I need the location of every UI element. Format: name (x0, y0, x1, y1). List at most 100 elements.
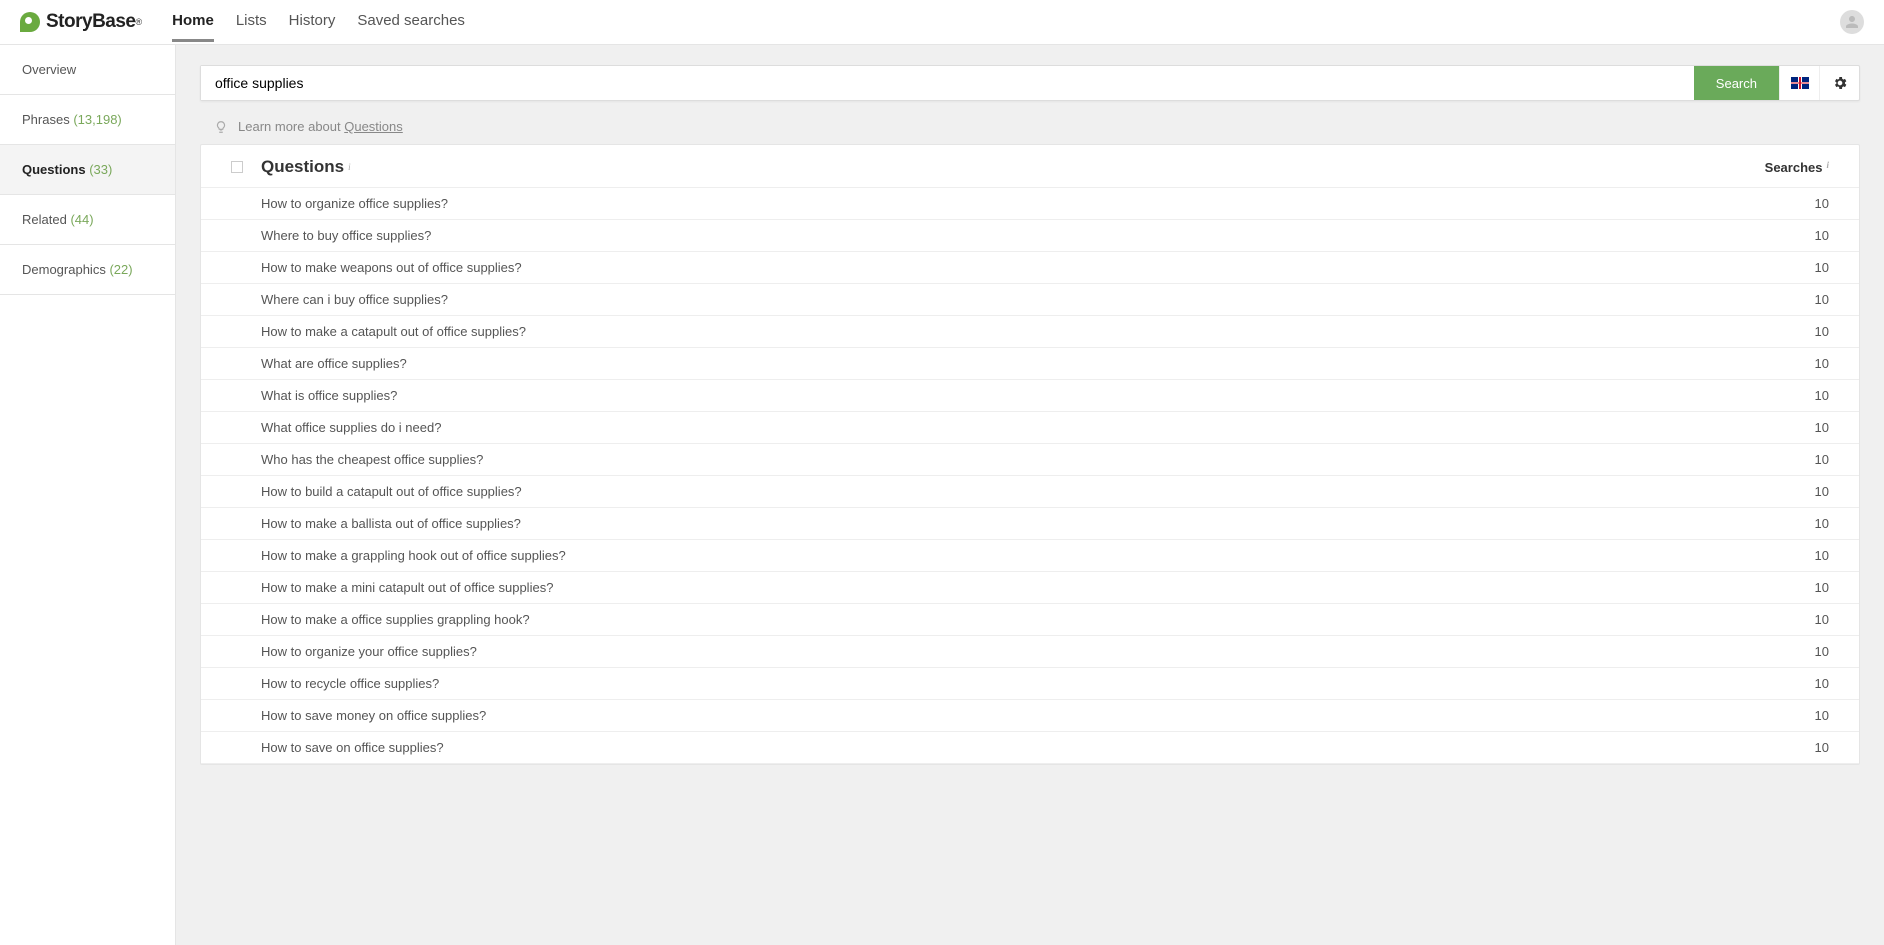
sidebar-item-count: (44) (70, 212, 93, 227)
user-icon (1843, 13, 1861, 31)
table-row[interactable]: What are office supplies?10 (201, 348, 1859, 380)
nav-saved-searches[interactable]: Saved searches (357, 2, 465, 42)
searches-value: 10 (1815, 196, 1829, 211)
question-text: Where to buy office supplies? (261, 228, 1815, 243)
sidebar-item-related[interactable]: Related (44) (0, 195, 175, 245)
table-row[interactable]: What is office supplies?10 (201, 380, 1859, 412)
searches-value: 10 (1815, 452, 1829, 467)
searches-value: 10 (1815, 516, 1829, 531)
question-text: How to make a office supplies grappling … (261, 612, 1815, 627)
sidebar-item-count: (22) (109, 262, 132, 277)
table-row[interactable]: How to make a ballista out of office sup… (201, 508, 1859, 540)
table-row[interactable]: How to save money on office supplies?10 (201, 700, 1859, 732)
searches-value: 10 (1815, 484, 1829, 499)
table-row[interactable]: How to build a catapult out of office su… (201, 476, 1859, 508)
logo-registered: ® (136, 17, 143, 27)
hint-text: Learn more about Questions (238, 119, 403, 134)
logo[interactable]: StoryBase® (20, 11, 142, 33)
question-text: How to build a catapult out of office su… (261, 484, 1815, 499)
sidebar-item-count: (13,198) (73, 112, 121, 127)
nav-lists[interactable]: Lists (236, 2, 267, 42)
sidebar-item-demographics[interactable]: Demographics (22) (0, 245, 175, 295)
panel-header: Questions i Searchesi (201, 145, 1859, 188)
sidebar: Overview Phrases (13,198) Questions (33)… (0, 45, 176, 945)
info-icon[interactable]: i (348, 162, 351, 172)
logo-text: StoryBase (46, 11, 136, 33)
question-text: Who has the cheapest office supplies? (261, 452, 1815, 467)
table-row[interactable]: How to organize your office supplies?10 (201, 636, 1859, 668)
searches-value: 10 (1815, 228, 1829, 243)
sidebar-item-phrases[interactable]: Phrases (13,198) (0, 95, 175, 145)
question-text: How to make a grappling hook out of offi… (261, 548, 1815, 563)
searches-header[interactable]: Searchesi (1765, 160, 1829, 175)
searches-value: 10 (1815, 292, 1829, 307)
hint-prefix: Learn more about (238, 119, 344, 134)
table-row[interactable]: How to make a mini catapult out of offic… (201, 572, 1859, 604)
question-text: How to recycle office supplies? (261, 676, 1815, 691)
searches-value: 10 (1815, 356, 1829, 371)
question-text: How to make a mini catapult out of offic… (261, 580, 1815, 595)
table-row[interactable]: How to organize office supplies?10 (201, 188, 1859, 220)
searches-value: 10 (1815, 548, 1829, 563)
question-text: How to save money on office supplies? (261, 708, 1815, 723)
sidebar-item-questions[interactable]: Questions (33) (0, 145, 175, 195)
gear-icon (1832, 75, 1848, 91)
table-row[interactable]: How to make a office supplies grappling … (201, 604, 1859, 636)
searches-value: 10 (1815, 708, 1829, 723)
hint-link[interactable]: Questions (344, 119, 403, 134)
settings-button[interactable] (1819, 66, 1859, 100)
nav-home[interactable]: Home (172, 2, 214, 42)
search-bar: Search (200, 65, 1860, 101)
sidebar-item-overview[interactable]: Overview (0, 45, 175, 95)
nav-history[interactable]: History (289, 2, 336, 42)
table-row[interactable]: How to make a grappling hook out of offi… (201, 540, 1859, 572)
question-text: How to make a catapult out of office sup… (261, 324, 1815, 339)
searches-value: 10 (1815, 260, 1829, 275)
hint: Learn more about Questions (200, 101, 1860, 144)
searches-value: 10 (1815, 676, 1829, 691)
searches-value: 10 (1815, 388, 1829, 403)
question-text: What is office supplies? (261, 388, 1815, 403)
main: Search Learn more about Questions Questi… (176, 45, 1884, 945)
table-row[interactable]: How to save on office supplies?10 (201, 732, 1859, 764)
language-button[interactable] (1779, 66, 1819, 100)
searches-value: 10 (1815, 420, 1829, 435)
info-icon[interactable]: i (1826, 160, 1829, 170)
question-text: How to organize office supplies? (261, 196, 1815, 211)
question-text: Where can i buy office supplies? (261, 292, 1815, 307)
question-text: How to save on office supplies? (261, 740, 1815, 755)
avatar[interactable] (1840, 10, 1864, 34)
table-body: How to organize office supplies?10Where … (201, 188, 1859, 764)
searches-value: 10 (1815, 740, 1829, 755)
sidebar-item-label: Overview (22, 62, 76, 77)
searches-value: 10 (1815, 324, 1829, 339)
select-all-checkbox[interactable] (231, 161, 243, 173)
search-button[interactable]: Search (1694, 66, 1779, 100)
searches-value: 10 (1815, 580, 1829, 595)
questions-panel: Questions i Searchesi How to organize off… (200, 144, 1860, 765)
question-text: How to organize your office supplies? (261, 644, 1815, 659)
question-text: How to make a ballista out of office sup… (261, 516, 1815, 531)
searches-value: 10 (1815, 644, 1829, 659)
flag-uk-icon (1791, 77, 1809, 89)
search-input[interactable] (201, 66, 1694, 100)
table-row[interactable]: What office supplies do i need?10 (201, 412, 1859, 444)
table-row[interactable]: Where to buy office supplies?10 (201, 220, 1859, 252)
sidebar-item-label: Phrases (22, 112, 70, 127)
table-row[interactable]: How to make a catapult out of office sup… (201, 316, 1859, 348)
logo-icon (20, 12, 40, 32)
table-row[interactable]: Where can i buy office supplies?10 (201, 284, 1859, 316)
top-nav: Home Lists History Saved searches (172, 2, 465, 42)
question-text: What are office supplies? (261, 356, 1815, 371)
searches-value: 10 (1815, 612, 1829, 627)
panel-title: Questions (261, 157, 344, 177)
sidebar-item-count: (33) (89, 162, 112, 177)
lightbulb-icon (214, 120, 228, 134)
table-row[interactable]: Who has the cheapest office supplies?10 (201, 444, 1859, 476)
question-text: How to make weapons out of office suppli… (261, 260, 1815, 275)
question-text: What office supplies do i need? (261, 420, 1815, 435)
sidebar-item-label: Questions (22, 162, 86, 177)
table-row[interactable]: How to make weapons out of office suppli… (201, 252, 1859, 284)
sidebar-item-label: Related (22, 212, 67, 227)
table-row[interactable]: How to recycle office supplies?10 (201, 668, 1859, 700)
